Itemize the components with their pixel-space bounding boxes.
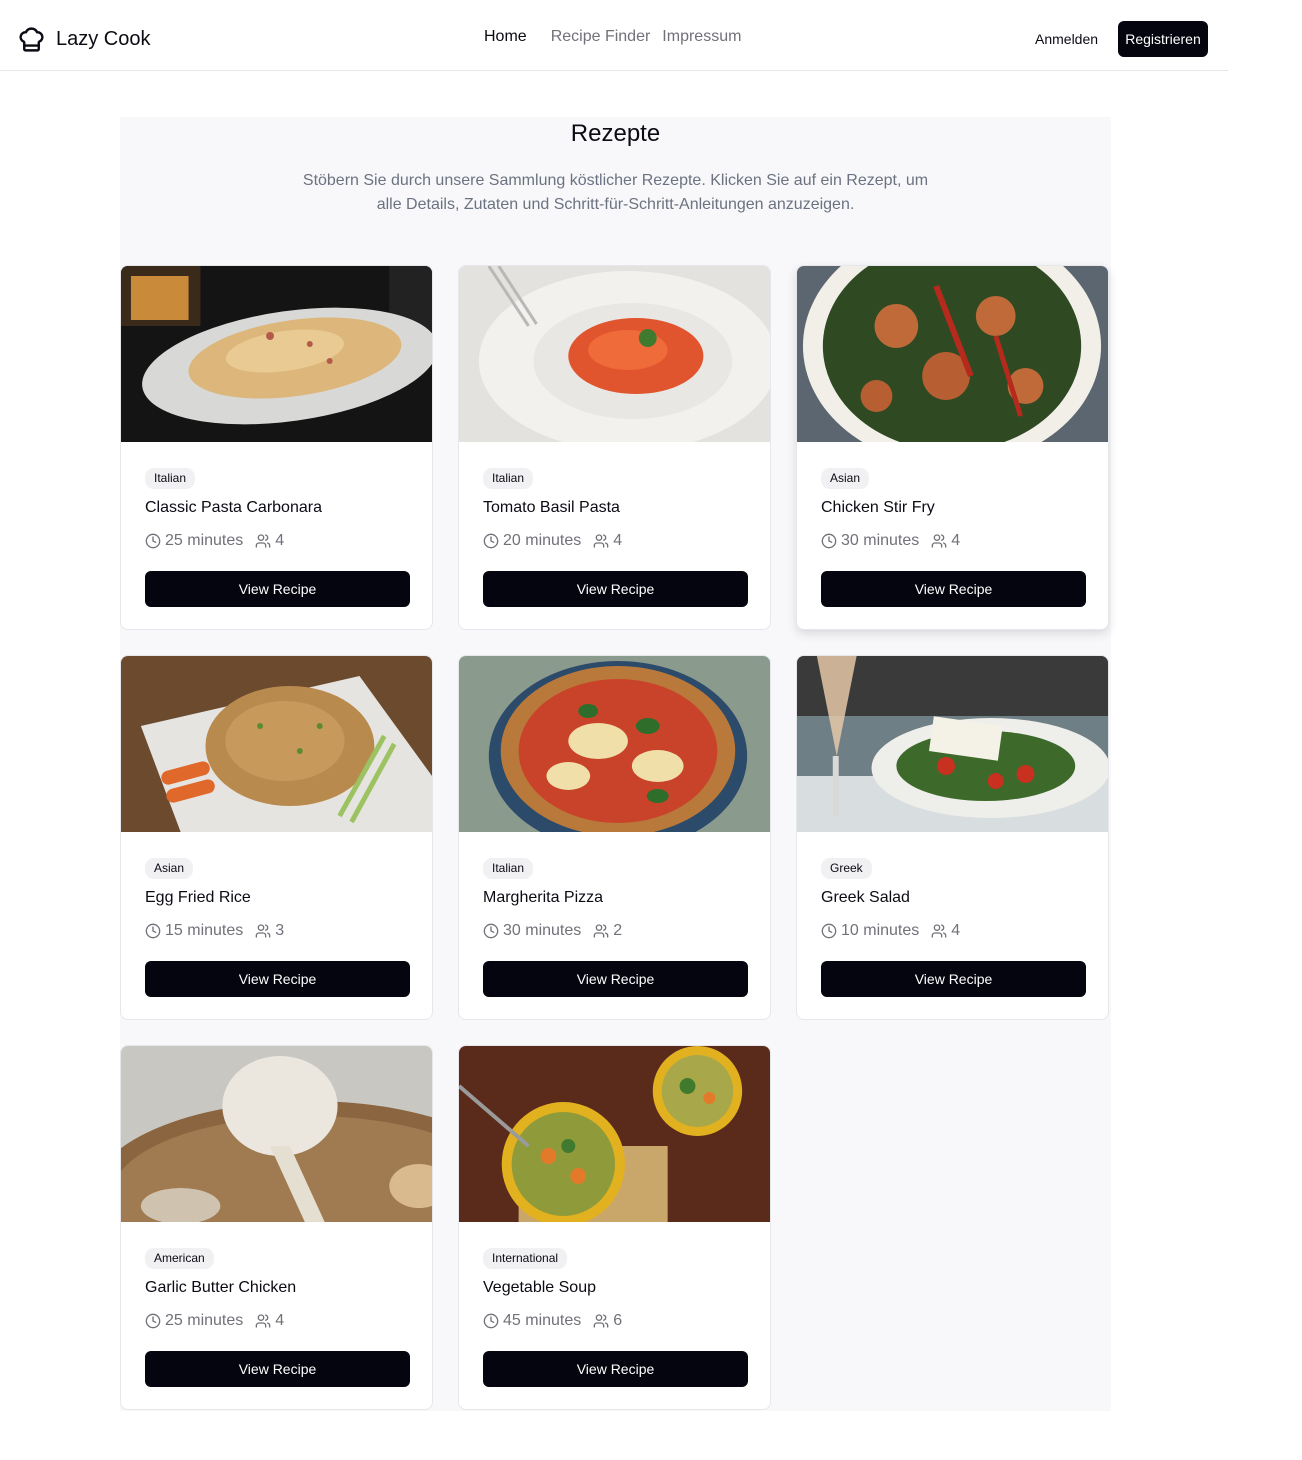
users-icon	[255, 923, 271, 939]
cook-time: 10 minutes	[841, 922, 920, 939]
view-recipe-button[interactable]: View Recipe	[821, 961, 1086, 997]
recipe-card[interactable]: Italian Classic Pasta Carbonara 25 minut…	[120, 265, 433, 630]
brand-logo-link[interactable]: Lazy Cook	[17, 25, 151, 54]
recipe-meta: 15 minutes 3	[145, 921, 408, 941]
cook-time: 20 minutes	[503, 532, 582, 549]
users-icon	[593, 923, 609, 939]
brand-name: Lazy Cook	[56, 28, 151, 50]
recipe-card[interactable]: Asian Chicken Stir Fry 30 minutes 4 View…	[796, 265, 1109, 630]
nav-recipe-finder-link[interactable]: Recipe Finder	[551, 28, 651, 46]
clock-icon	[145, 1313, 161, 1329]
page-title: Rezepte	[570, 120, 661, 147]
clock-icon	[821, 923, 837, 939]
main-nav: Home Recipe Finder Impressum	[484, 28, 741, 46]
servings: 6	[613, 1312, 623, 1329]
recipe-card[interactable]: Asian Egg Fried Rice 15 minutes 3 View R…	[120, 655, 433, 1020]
cuisine-badge: International	[483, 1248, 568, 1269]
cook-time: 30 minutes	[503, 922, 582, 939]
users-icon	[255, 1313, 271, 1329]
recipe-image	[797, 266, 1108, 442]
clock-icon	[483, 1313, 499, 1329]
servings: 2	[613, 922, 623, 939]
recipe-title: Tomato Basil Pasta	[483, 499, 620, 516]
recipe-image	[459, 266, 770, 442]
recipe-meta: 20 minutes 4	[483, 531, 746, 551]
clock-icon	[145, 923, 161, 939]
clock-icon	[821, 533, 837, 549]
recipes-section: Rezepte Stöbern Sie durch unsere Sammlun…	[120, 117, 1111, 1411]
view-recipe-button[interactable]: View Recipe	[145, 571, 410, 607]
recipe-image	[121, 1046, 432, 1222]
users-icon	[593, 533, 609, 549]
recipe-card[interactable]: International Vegetable Soup 45 minutes …	[458, 1045, 771, 1410]
cuisine-badge: American	[145, 1248, 214, 1269]
recipe-title: Egg Fried Rice	[145, 889, 251, 906]
users-icon	[931, 533, 947, 549]
recipe-card[interactable]: Italian Margherita Pizza 30 minutes 2 Vi…	[458, 655, 771, 1020]
recipe-meta: 25 minutes 4	[145, 1311, 408, 1331]
cuisine-badge: Italian	[483, 468, 534, 489]
chef-hat-icon	[19, 27, 44, 52]
clock-icon	[483, 533, 499, 549]
register-button[interactable]: Registrieren	[1118, 21, 1208, 57]
recipe-card[interactable]: Italian Tomato Basil Pasta 20 minutes 4 …	[458, 265, 771, 630]
recipe-card[interactable]: American Garlic Butter Chicken 25 minute…	[120, 1045, 433, 1410]
recipe-title: Classic Pasta Carbonara	[145, 499, 322, 516]
view-recipe-button[interactable]: View Recipe	[145, 961, 410, 997]
servings: 4	[275, 1312, 285, 1329]
recipe-meta: 30 minutes 4	[821, 531, 1084, 551]
users-icon	[931, 923, 947, 939]
cuisine-badge: Italian	[483, 858, 534, 879]
nav-home-link[interactable]: Home	[484, 28, 527, 46]
recipe-image	[121, 656, 432, 832]
view-recipe-button[interactable]: View Recipe	[821, 571, 1086, 607]
cook-time: 15 minutes	[165, 922, 244, 939]
recipe-title: Margherita Pizza	[483, 889, 604, 906]
recipe-image	[459, 656, 770, 832]
recipe-title: Garlic Butter Chicken	[145, 1279, 297, 1296]
cuisine-badge: Asian	[145, 858, 194, 879]
view-recipe-button[interactable]: View Recipe	[483, 571, 748, 607]
recipe-title: Greek Salad	[821, 889, 910, 906]
page-subtitle: Stöbern Sie durch unsere Sammlung köstli…	[302, 172, 929, 213]
servings: 4	[951, 922, 961, 939]
cook-time: 25 minutes	[165, 1312, 244, 1329]
servings: 4	[951, 532, 961, 549]
nav-impressum-link[interactable]: Impressum	[662, 28, 741, 46]
recipe-meta: 30 minutes 2	[483, 921, 746, 941]
cook-time: 30 minutes	[841, 532, 920, 549]
recipe-grid: Italian Classic Pasta Carbonara 25 minut…	[120, 265, 1111, 1410]
recipe-title: Vegetable Soup	[483, 1279, 596, 1296]
servings: 3	[275, 922, 285, 939]
site-header: Lazy Cook Home Recipe Finder Impressum A…	[0, 0, 1228, 71]
users-icon	[593, 1313, 609, 1329]
users-icon	[255, 533, 271, 549]
cuisine-badge: Italian	[145, 468, 196, 489]
recipe-image	[459, 1046, 770, 1222]
login-link[interactable]: Anmelden	[1035, 31, 1098, 47]
view-recipe-button[interactable]: View Recipe	[483, 1351, 748, 1387]
recipe-meta: 25 minutes 4	[145, 531, 408, 551]
recipe-meta: 45 minutes 6	[483, 1311, 746, 1331]
recipe-title: Chicken Stir Fry	[821, 499, 935, 516]
view-recipe-button[interactable]: View Recipe	[145, 1351, 410, 1387]
servings: 4	[613, 532, 623, 549]
cook-time: 25 minutes	[165, 532, 244, 549]
recipe-image	[797, 656, 1108, 832]
recipe-meta: 10 minutes 4	[821, 921, 1084, 941]
view-recipe-button[interactable]: View Recipe	[483, 961, 748, 997]
cook-time: 45 minutes	[503, 1312, 582, 1329]
recipe-card[interactable]: Greek Greek Salad 10 minutes 4 View Reci…	[796, 655, 1109, 1020]
clock-icon	[145, 533, 161, 549]
cuisine-badge: Greek	[821, 858, 872, 879]
recipe-image	[121, 266, 432, 442]
clock-icon	[483, 923, 499, 939]
servings: 4	[275, 532, 285, 549]
cuisine-badge: Asian	[821, 468, 870, 489]
